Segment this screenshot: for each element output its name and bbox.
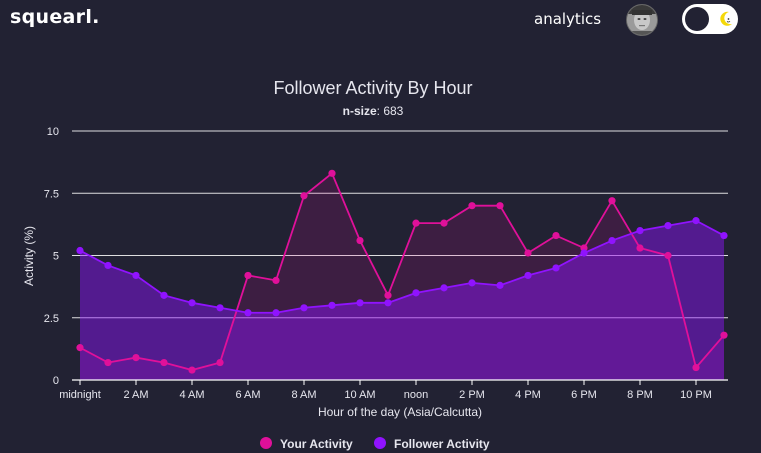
point-your-activity[interactable] <box>552 231 560 240</box>
point-follower-activity[interactable] <box>384 299 392 307</box>
point-your-activity[interactable] <box>440 219 448 227</box>
point-your-activity[interactable] <box>76 344 84 352</box>
point-follower-activity[interactable] <box>636 227 644 235</box>
x-tick-label: midnight <box>59 389 101 401</box>
point-your-activity[interactable] <box>636 244 644 252</box>
x-axis-label: Hour of the day (Asia/Calcutta) <box>318 405 482 419</box>
legend-label-your-activity: Your Activity <box>280 437 353 451</box>
x-tick-label: 4 PM <box>515 389 541 401</box>
point-follower-activity[interactable] <box>188 299 196 307</box>
x-axis: midnight 2 AM 4 AM 6 AM 8 AM 10 AM noon 2 PM 4 P… <box>59 379 728 401</box>
point-your-activity[interactable] <box>104 358 112 367</box>
point-follower-activity[interactable] <box>468 279 476 287</box>
point-follower-activity[interactable] <box>132 271 140 280</box>
subtitle-label: n-size <box>343 104 377 118</box>
point-your-activity[interactable] <box>216 358 224 367</box>
legend-marker-follower-activity <box>374 437 386 449</box>
point-your-activity[interactable] <box>412 219 420 227</box>
y-tick-label: 10 <box>47 126 59 138</box>
series-areas <box>80 173 724 380</box>
x-tick-label: 2 AM <box>123 389 148 401</box>
point-follower-activity[interactable] <box>272 309 280 317</box>
point-follower-activity[interactable] <box>580 249 588 257</box>
y-tick-label: 0 <box>53 375 59 387</box>
point-follower-activity[interactable] <box>608 236 616 245</box>
point-your-activity[interactable] <box>160 358 168 367</box>
x-tick-label: noon <box>404 389 428 401</box>
chart-subtitle: n-size: 683 <box>343 104 404 118</box>
point-follower-activity[interactable] <box>356 299 364 307</box>
legend-marker-your-activity <box>260 437 272 449</box>
area-follower-activity <box>80 220 724 380</box>
y-axis-ticks: 0 2.5 5 7.5 10 <box>44 126 59 387</box>
point-follower-activity[interactable] <box>328 301 336 309</box>
point-follower-activity[interactable] <box>104 261 112 270</box>
point-your-activity[interactable] <box>608 197 616 205</box>
point-your-activity[interactable] <box>468 202 476 210</box>
point-follower-activity[interactable] <box>216 304 224 312</box>
point-follower-activity[interactable] <box>244 309 252 317</box>
point-your-activity[interactable] <box>188 366 196 374</box>
x-tick-label: 8 PM <box>627 389 653 401</box>
legend-item-your-activity[interactable]: Your Activity <box>260 437 353 451</box>
x-tick-label: 10 PM <box>680 389 712 401</box>
x-tick-label: 6 AM <box>235 389 260 401</box>
x-tick-label: 4 AM <box>179 389 204 401</box>
chart-title: Follower Activity By Hour <box>273 78 472 98</box>
point-follower-activity[interactable] <box>160 291 168 299</box>
y-tick-label: 5 <box>53 251 59 263</box>
point-follower-activity[interactable] <box>692 217 700 225</box>
point-follower-activity[interactable] <box>664 222 672 230</box>
x-tick-label: 2 PM <box>459 389 485 401</box>
point-your-activity[interactable] <box>356 236 364 245</box>
point-your-activity[interactable] <box>496 202 504 210</box>
point-follower-activity[interactable] <box>524 271 532 280</box>
subtitle-value: 683 <box>383 104 403 118</box>
point-your-activity[interactable] <box>244 271 252 280</box>
point-your-activity[interactable] <box>384 291 392 299</box>
point-follower-activity[interactable] <box>76 246 84 255</box>
follower-activity-chart: Follower Activity By Hour n-size: 683 0 2… <box>22 78 728 451</box>
point-follower-activity[interactable] <box>496 281 504 289</box>
x-tick-label: 6 PM <box>571 389 597 401</box>
legend-item-follower-activity[interactable]: Follower Activity <box>374 437 490 451</box>
point-your-activity[interactable] <box>272 276 280 284</box>
point-your-activity[interactable] <box>720 331 728 339</box>
point-follower-activity[interactable] <box>412 289 420 297</box>
point-your-activity[interactable] <box>300 192 308 200</box>
x-tick-label: 8 AM <box>291 389 316 401</box>
y-axis-label: Activity (%) <box>22 226 36 286</box>
point-follower-activity[interactable] <box>440 284 448 292</box>
point-your-activity[interactable] <box>692 363 700 372</box>
point-follower-activity[interactable] <box>300 304 308 312</box>
point-your-activity[interactable] <box>524 249 532 257</box>
point-follower-activity[interactable] <box>552 264 560 272</box>
chart-legend: Your Activity Follower Activity <box>260 437 490 451</box>
x-tick-label: 10 AM <box>344 389 375 401</box>
point-your-activity[interactable] <box>132 353 140 362</box>
y-tick-label: 7.5 <box>44 188 59 200</box>
point-your-activity[interactable] <box>664 251 672 260</box>
point-follower-activity[interactable] <box>720 231 728 240</box>
legend-label-follower-activity: Follower Activity <box>394 437 490 451</box>
point-your-activity[interactable] <box>328 169 336 177</box>
y-tick-label: 2.5 <box>44 313 59 325</box>
